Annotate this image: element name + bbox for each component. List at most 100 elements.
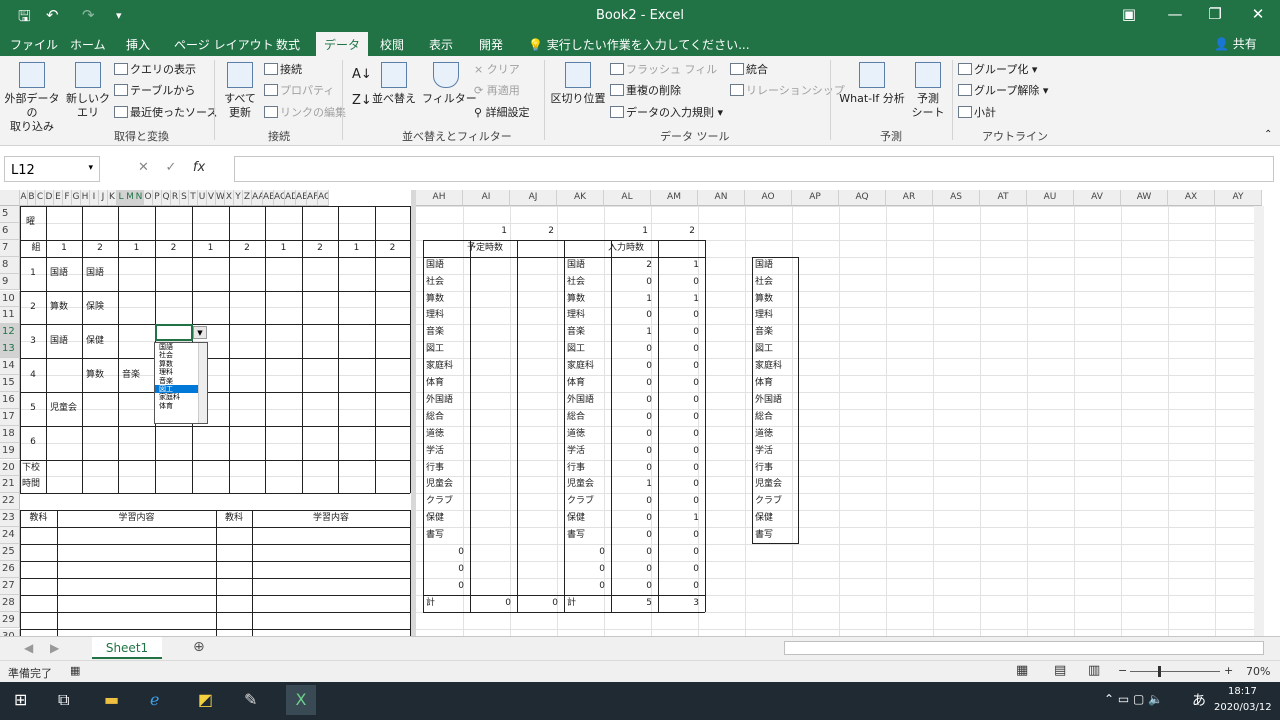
add-sheet-icon[interactable]: ⊕ [193, 639, 205, 655]
filter-button[interactable]: フィルター [422, 62, 477, 106]
row-header[interactable]: 20 [0, 459, 20, 477]
normal-view-icon[interactable]: ▦ [1016, 663, 1028, 678]
get-external-data-button[interactable]: 外部データの 取り込み [2, 62, 62, 134]
formula-input[interactable] [234, 156, 1274, 182]
row-header[interactable]: 8 [0, 256, 20, 274]
zoom-out-icon[interactable]: − [1118, 664, 1127, 677]
page-break-view-icon[interactable]: ▥ [1088, 663, 1100, 678]
close-icon[interactable]: ✕ [1243, 5, 1273, 23]
column-header[interactable]: C [36, 190, 45, 206]
column-header[interactable]: AE [296, 190, 307, 206]
column-header[interactable]: S [180, 190, 189, 206]
column-header[interactable]: AC [274, 190, 285, 206]
clock-date[interactable]: 2020/03/12 [1214, 702, 1272, 713]
what-if-button[interactable]: What-If 分析 [836, 62, 908, 106]
column-header[interactable]: U [198, 190, 207, 206]
row-header[interactable]: 17 [0, 408, 20, 426]
edit-links-button[interactable]: リンクの編集 [264, 106, 346, 120]
row-header[interactable]: 5 [0, 206, 20, 223]
column-header[interactable]: AA [252, 190, 263, 206]
group-button[interactable]: グループ化 ▾ [958, 63, 1037, 77]
column-header[interactable]: AS [933, 190, 980, 206]
row-header[interactable]: 12 [0, 324, 20, 342]
column-header[interactable]: AF [307, 190, 318, 206]
cancel-icon[interactable]: ✕ [138, 160, 149, 175]
collapse-ribbon-icon[interactable]: ⌃ [1264, 128, 1272, 142]
page-layout-view-icon[interactable]: ▤ [1054, 663, 1066, 678]
tab-file[interactable]: ファイル [10, 36, 58, 53]
name-box[interactable]: L12 ▾ [4, 156, 100, 182]
recent-sources-button[interactable]: 最近使ったソース [114, 106, 217, 120]
column-header[interactable]: R [171, 190, 180, 206]
column-header[interactable]: Q [162, 190, 171, 206]
windows-start-icon[interactable]: ⊞ [14, 690, 27, 709]
connections-button[interactable]: 接続 [264, 63, 302, 77]
clock-time[interactable]: 18:17 [1228, 686, 1257, 697]
from-table-button[interactable]: テーブルから [114, 84, 195, 98]
column-header[interactable]: AP [792, 190, 839, 206]
tab-insert[interactable]: 挿入 [126, 36, 150, 53]
fx-icon[interactable]: fx [193, 160, 205, 175]
row-header[interactable]: 27 [0, 577, 20, 595]
tab-page-layout[interactable]: ページ レイアウト [174, 36, 274, 53]
scroll-right-icon[interactable]: ▶ [50, 641, 59, 655]
ungroup-button[interactable]: グループ解除 ▾ [958, 84, 1048, 98]
row-header[interactable]: 6 [0, 222, 20, 240]
column-header[interactable]: AB [263, 190, 274, 206]
tab-formulas[interactable]: 数式 [276, 36, 300, 53]
row-header[interactable]: 16 [0, 391, 20, 409]
file-explorer-icon[interactable]: ▬ [104, 690, 119, 709]
sort-descending-icon[interactable]: Z↓ [352, 94, 372, 108]
row-header[interactable]: 22 [0, 493, 20, 511]
validation-dropdown-list[interactable]: 国語 社会 算数 理科 音楽 図工 家庭科 体育 [154, 342, 208, 424]
enter-icon[interactable]: ✓ [165, 160, 176, 175]
lesson-cell[interactable]: 算数 [50, 299, 68, 315]
active-cell[interactable] [155, 324, 193, 342]
column-header[interactable]: AK [557, 190, 604, 206]
column-header[interactable]: J [99, 190, 108, 206]
share-button[interactable]: 👤 共有 [1214, 35, 1257, 52]
row-header[interactable]: 23 [0, 510, 20, 528]
tab-developer[interactable]: 開発 [479, 36, 503, 53]
column-header[interactable]: F [63, 190, 72, 206]
row-header[interactable]: 24 [0, 527, 20, 544]
row-header[interactable]: 18 [0, 425, 20, 443]
clear-button[interactable]: ⨯ クリア [474, 63, 520, 77]
paint-icon[interactable]: ✎ [244, 690, 257, 709]
edge-browser-icon[interactable]: ℯ [150, 690, 159, 709]
sort-button[interactable]: 並べ替え [372, 62, 416, 106]
column-header[interactable]: AO [745, 190, 792, 206]
column-header[interactable]: AG [318, 190, 329, 206]
new-query-button[interactable]: 新しいク エリ [66, 62, 110, 120]
ime-indicator[interactable]: あ [1192, 690, 1206, 710]
row-header[interactable]: 26 [0, 560, 20, 578]
restore-icon[interactable]: ❐ [1200, 5, 1230, 23]
column-header[interactable]: T [189, 190, 198, 206]
row-header[interactable]: 25 [0, 544, 20, 561]
column-header[interactable]: D [45, 190, 54, 206]
zoom-in-icon[interactable]: + [1224, 664, 1233, 677]
sheet-tab-sheet1[interactable]: Sheet1 [92, 637, 162, 659]
column-header[interactable]: AJ [510, 190, 557, 206]
show-queries-button[interactable]: クエリの表示 [114, 63, 196, 77]
forecast-sheet-button[interactable]: 予測 シート [910, 62, 946, 120]
row-header[interactable]: 11 [0, 307, 20, 325]
column-header[interactable]: AQ [839, 190, 886, 206]
advanced-filter-button[interactable]: ⚲ 詳細設定 [474, 106, 530, 120]
tab-view[interactable]: 表示 [429, 36, 453, 53]
remove-duplicates-button[interactable]: 重複の削除 [610, 84, 681, 98]
row-header[interactable]: 30 [0, 628, 20, 636]
row-header[interactable]: 21 [0, 476, 20, 494]
column-header[interactable]: AH [416, 190, 463, 206]
zoom-level[interactable]: 70% [1246, 665, 1270, 678]
scroll-left-icon[interactable]: ◀ [24, 641, 33, 655]
zoom-slider-thumb[interactable] [1158, 666, 1161, 677]
column-header[interactable]: AM [651, 190, 698, 206]
column-header[interactable]: X [225, 190, 234, 206]
column-header[interactable]: N [135, 190, 144, 206]
row-header[interactable]: 9 [0, 273, 20, 291]
column-header[interactable]: I [90, 190, 99, 206]
row-header[interactable]: 29 [0, 611, 20, 629]
row-header[interactable]: 10 [0, 290, 20, 308]
column-header[interactable]: M [126, 190, 135, 206]
